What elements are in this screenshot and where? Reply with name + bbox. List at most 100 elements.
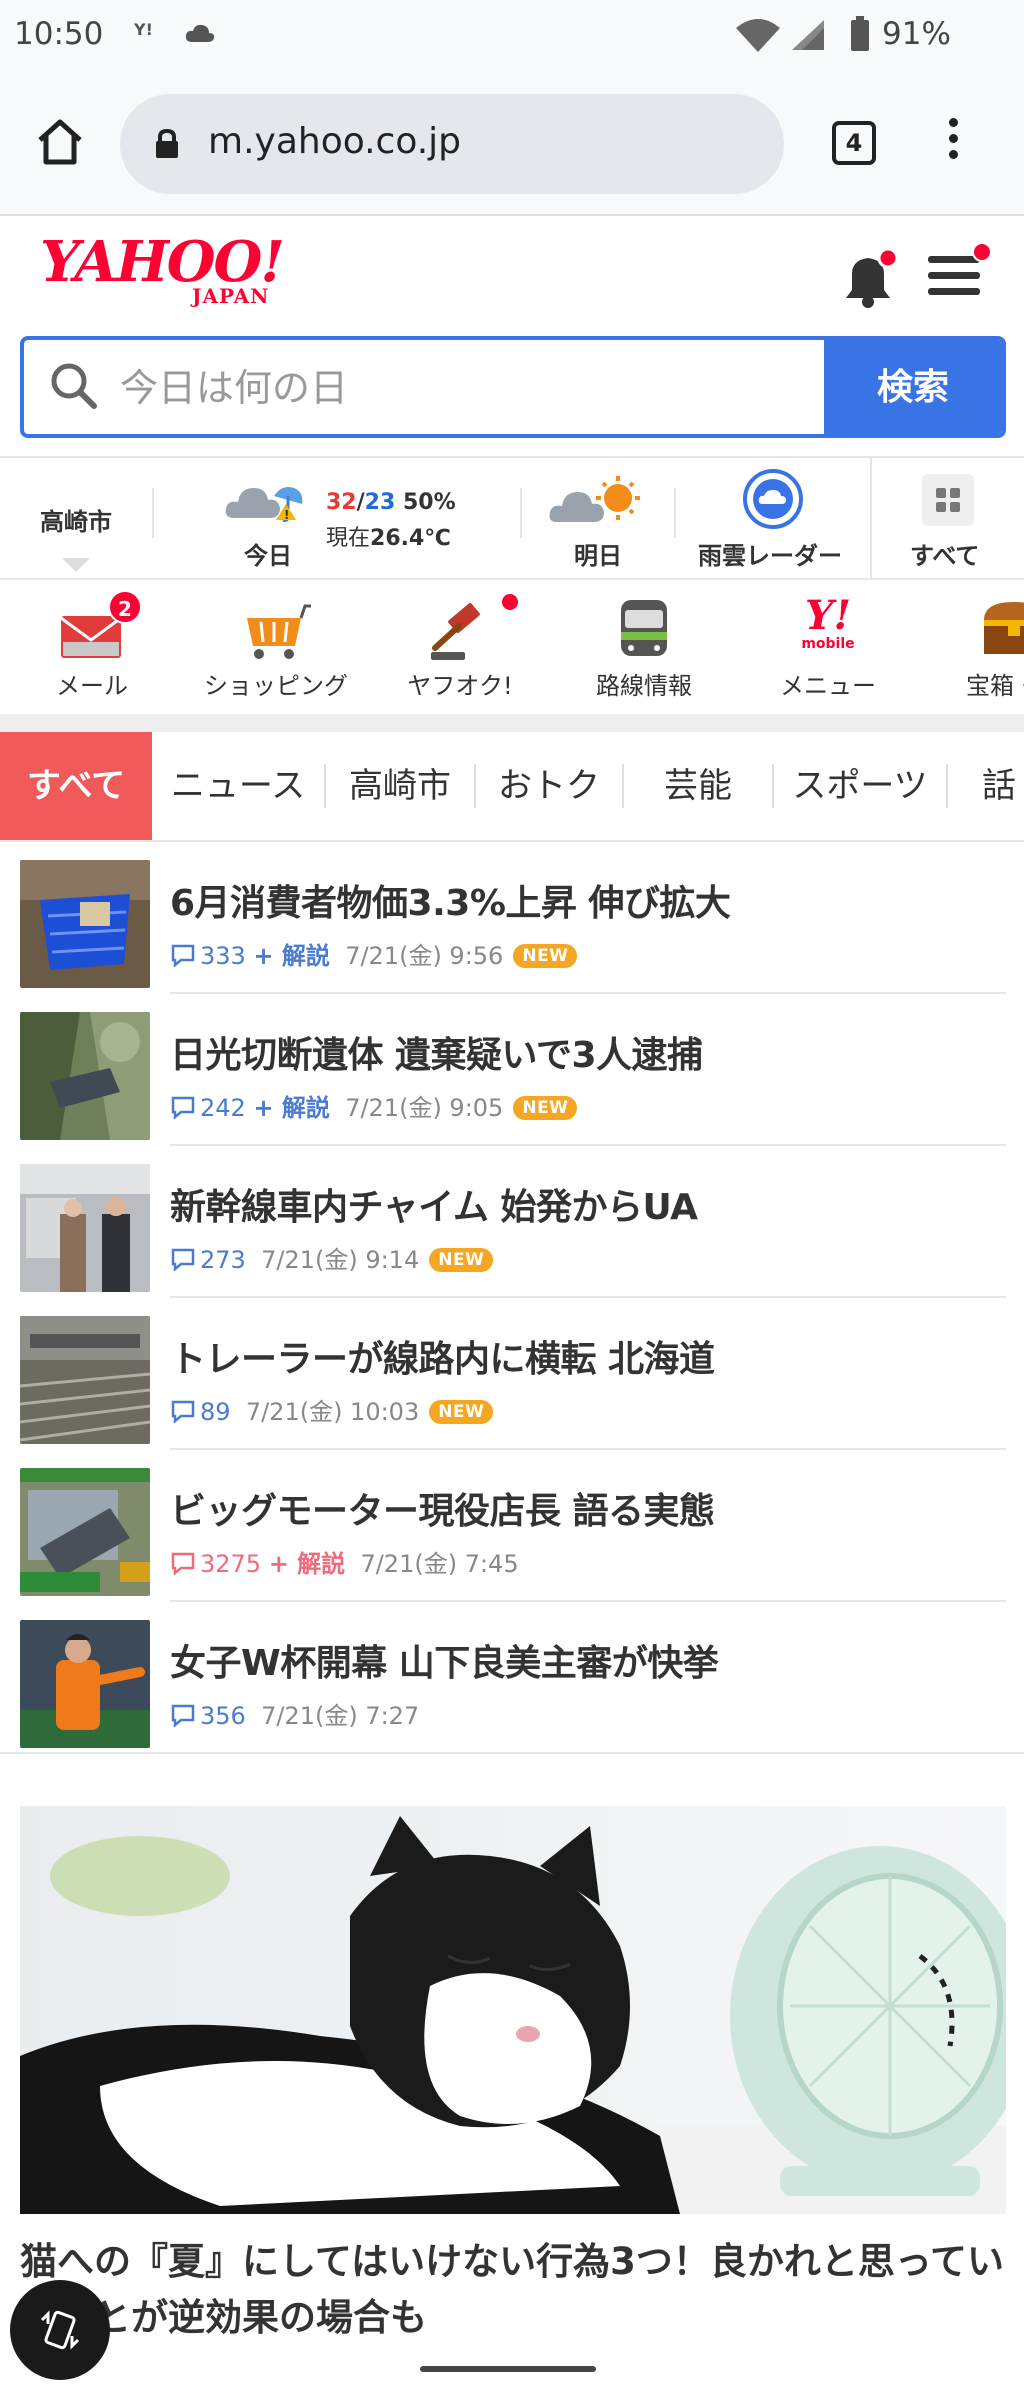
news-meta: 3275 + 解説 7/21(金) 7:45	[170, 1544, 519, 1579]
low-temp: 23	[364, 490, 396, 515]
feature-title: 猫への『夏』にしてはいけない行為3つ！良かれと思っていたことが逆効果の場合も	[20, 2240, 1005, 2339]
auction-notification-dot	[500, 592, 520, 612]
news-title: ビッグモーター現役店長 語る実態	[170, 1491, 715, 1532]
comment-icon	[171, 944, 195, 967]
browser-menu-button[interactable]	[938, 118, 968, 170]
news-date: 7/21(金) 9:56	[345, 942, 504, 970]
news-item[interactable]: 女子W杯開幕 山下良美主審が快挙 356 7/21(金) 7:27	[0, 1602, 1024, 1754]
tab-switcher-button[interactable]: 4	[832, 121, 876, 165]
yahoo-mail-notification-icon: Y!	[134, 20, 153, 39]
gavel-icon	[431, 603, 480, 660]
news-meta: 356 7/21(金) 7:27	[170, 1696, 419, 1731]
lock-icon	[156, 128, 178, 158]
status-bar: 10:50 Y! 91%	[0, 0, 1024, 72]
news-item[interactable]: 6月消費者物価3.3%上昇 伸び拡大 333 + 解説 7/21(金) 9:56…	[0, 842, 1024, 994]
url-text: m.yahoo.co.jp	[208, 121, 462, 162]
mail-unread-badge: 2	[108, 590, 142, 624]
city-dropdown-caret-icon	[62, 558, 90, 572]
cloud-icon	[185, 24, 215, 42]
news-thumbnail	[20, 1316, 150, 1444]
weather-tomorrow[interactable]: 明日	[522, 458, 674, 578]
service-mail[interactable]: 2 メール	[0, 582, 184, 714]
news-title: トレーラーが線路内に横転 北海道	[170, 1339, 715, 1380]
weather-today[interactable]: ! 今日 32/23 50% 現在26.4℃	[154, 458, 520, 578]
bell-icon[interactable]	[836, 248, 900, 312]
shopping-cart-icon	[247, 604, 311, 659]
service-shopping[interactable]: ショッピング	[184, 582, 368, 714]
commentary-link[interactable]: + 解説	[253, 942, 329, 970]
search-input[interactable]	[120, 358, 820, 418]
service-label: メニュー	[780, 672, 876, 700]
news-date: 7/21(金) 9:14	[261, 1246, 420, 1274]
yahoo-japan-logo[interactable]: YAHOO! JAPAN	[40, 234, 285, 308]
radar-icon	[743, 469, 803, 529]
today-temperatures: 32/23 50%	[326, 490, 456, 515]
category-tabs: すべて ニュース 高崎市 おトク 芸能 スポーツ 話	[0, 732, 1024, 842]
today-label: 今日	[244, 542, 292, 570]
section-gap	[0, 714, 1024, 732]
tab-local[interactable]: 高崎市	[326, 732, 474, 840]
menu-notification-dot	[972, 242, 992, 262]
new-badge: NEW	[429, 1248, 494, 1272]
news-meta: 242 + 解説 7/21(金) 9:05 NEW	[170, 1088, 578, 1123]
rain-radar-link[interactable]: 雨雲レーダー	[676, 458, 870, 578]
cloudy-rain-icon: !	[225, 487, 303, 522]
new-badge: NEW	[429, 1400, 494, 1424]
tab-deals[interactable]: おトク	[476, 732, 622, 840]
news-list: 6月消費者物価3.3%上昇 伸び拡大 333 + 解説 7/21(金) 9:56…	[0, 842, 1024, 1754]
news-title: 日光切断遺体 遺棄疑いで3人逮捕	[170, 1035, 703, 1076]
browser-toolbar: m.yahoo.co.jp 4	[0, 72, 1024, 216]
address-bar[interactable]: m.yahoo.co.jp	[120, 94, 784, 194]
tomorrow-label: 明日	[574, 542, 622, 570]
comment-icon	[171, 1552, 195, 1575]
signal-icon	[792, 20, 824, 50]
service-menu[interactable]: Y! mobile メニュー	[736, 582, 920, 714]
menu-dot-icon	[948, 134, 958, 143]
comment-icon	[171, 1400, 195, 1423]
gesture-nav-handle[interactable]	[420, 2366, 596, 2372]
news-thumbnail	[20, 1164, 150, 1292]
news-thumbnail	[20, 1620, 150, 1748]
all-weather-link[interactable]: すべて	[872, 458, 1024, 578]
mobile-logo-text: Y!	[804, 592, 852, 639]
service-transit[interactable]: 路線情報	[552, 582, 736, 714]
temp-slash: /	[356, 490, 365, 515]
battery-percentage: 91%	[882, 16, 951, 52]
logo-sub-text: JAPAN	[192, 284, 270, 308]
news-item[interactable]: 日光切断遺体 遺棄疑いで3人逮捕 242 + 解説 7/21(金) 9:05 NE…	[0, 994, 1024, 1146]
service-auction[interactable]: ヤフオク!	[368, 582, 552, 714]
news-item[interactable]: 新幹線車内チャイム 始発からUA 273 7/21(金) 9:14 NEW	[0, 1146, 1024, 1298]
comment-icon	[171, 1704, 195, 1727]
site-header: YAHOO! JAPAN	[0, 218, 1024, 330]
tab-all[interactable]: すべて	[0, 732, 152, 840]
news-date: 7/21(金) 7:45	[360, 1550, 519, 1578]
search-button[interactable]: 検索	[824, 340, 1002, 434]
mobile-logo-sub: mobile	[801, 636, 855, 652]
commentary-link[interactable]: + 解説	[269, 1550, 345, 1578]
radar-label: 雨雲レーダー	[698, 542, 842, 570]
home-icon[interactable]	[34, 116, 86, 168]
tab-entertainment[interactable]: 芸能	[624, 732, 772, 840]
news-item[interactable]: トレーラーが線路内に横転 北海道 89 7/21(金) 10:03 NEW	[0, 1298, 1024, 1450]
screen-rotate-button[interactable]	[10, 2280, 110, 2380]
precip-chance: 50%	[402, 490, 456, 515]
tab-sports[interactable]: スポーツ	[774, 732, 946, 840]
news-title: 女子W杯開幕 山下良美主審が快挙	[170, 1643, 719, 1684]
hamburger-menu-button[interactable]	[928, 242, 992, 304]
service-label: ショッピング	[204, 672, 348, 700]
menu-dot-icon	[948, 150, 958, 159]
service-label: ヤフオク!	[407, 672, 513, 700]
comment-count: 89	[200, 1398, 231, 1426]
news-title: 新幹線車内チャイム 始発からUA	[170, 1187, 698, 1228]
new-badge: NEW	[513, 944, 578, 968]
tab-more[interactable]: 話	[948, 732, 1024, 840]
service-treasure[interactable]: 宝箱・	[920, 582, 1024, 714]
comment-icon	[171, 1248, 195, 1271]
current-prefix: 現在	[326, 526, 371, 551]
search-icon	[51, 363, 97, 409]
commentary-link[interactable]: + 解説	[253, 1094, 329, 1122]
tab-news[interactable]: ニュース	[152, 732, 324, 840]
news-item[interactable]: ビッグモーター現役店長 語る実態 3275 + 解説 7/21(金) 7:45	[0, 1450, 1024, 1602]
service-label: 路線情報	[596, 672, 692, 700]
feature-article[interactable]: 猫への『夏』にしてはいけない行為3つ！良かれと思っていたことが逆効果の場合も	[0, 1768, 1024, 2358]
